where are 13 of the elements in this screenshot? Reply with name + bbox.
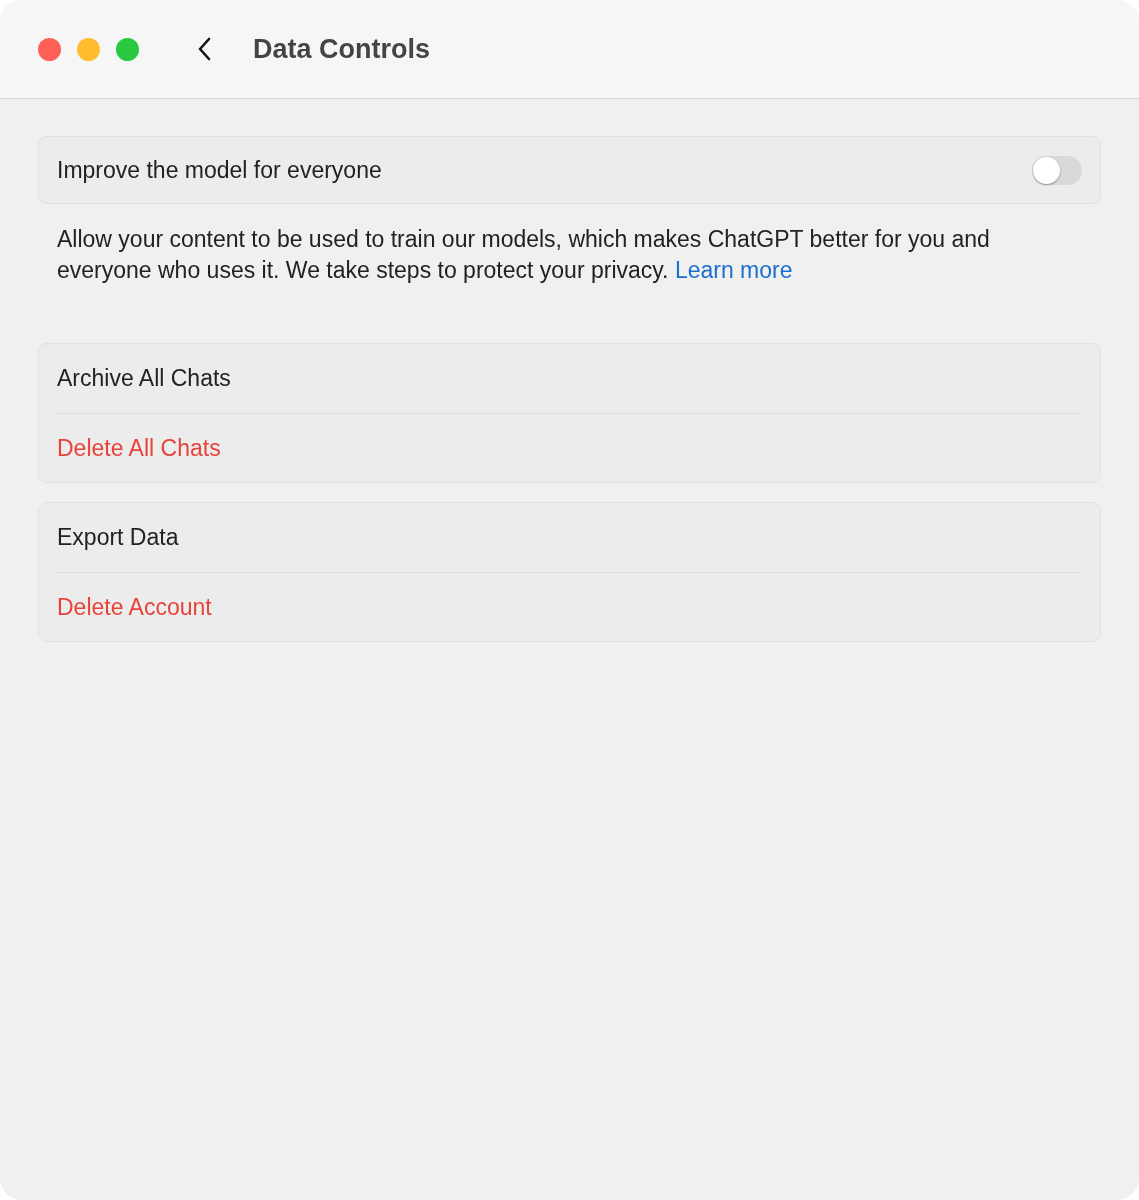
maximize-button[interactable] — [116, 37, 139, 61]
chevron-left-icon — [197, 37, 211, 61]
close-button[interactable] — [38, 37, 61, 61]
learn-more-link[interactable]: Learn more — [674, 257, 793, 283]
menu-action[interactable]: Archive All Chats — [57, 344, 1082, 413]
description-text: Allow your content to be used to train our models, which makes ChatGPT better for you and everyone who uses it. We take steps to protect your privacy. Learn more — [56, 225, 991, 285]
minimize-button[interactable] — [77, 37, 100, 61]
toggle-switch[interactable] — [1032, 155, 1082, 185]
delete-action[interactable]: Delete Account — [57, 572, 1082, 641]
setting-label: Improve the model for everyone — [57, 155, 382, 185]
delete-action[interactable]: Delete All Chats — [57, 413, 1082, 482]
menu-action[interactable]: Export Data — [57, 503, 1082, 572]
window-title: Data Controls — [253, 32, 431, 66]
